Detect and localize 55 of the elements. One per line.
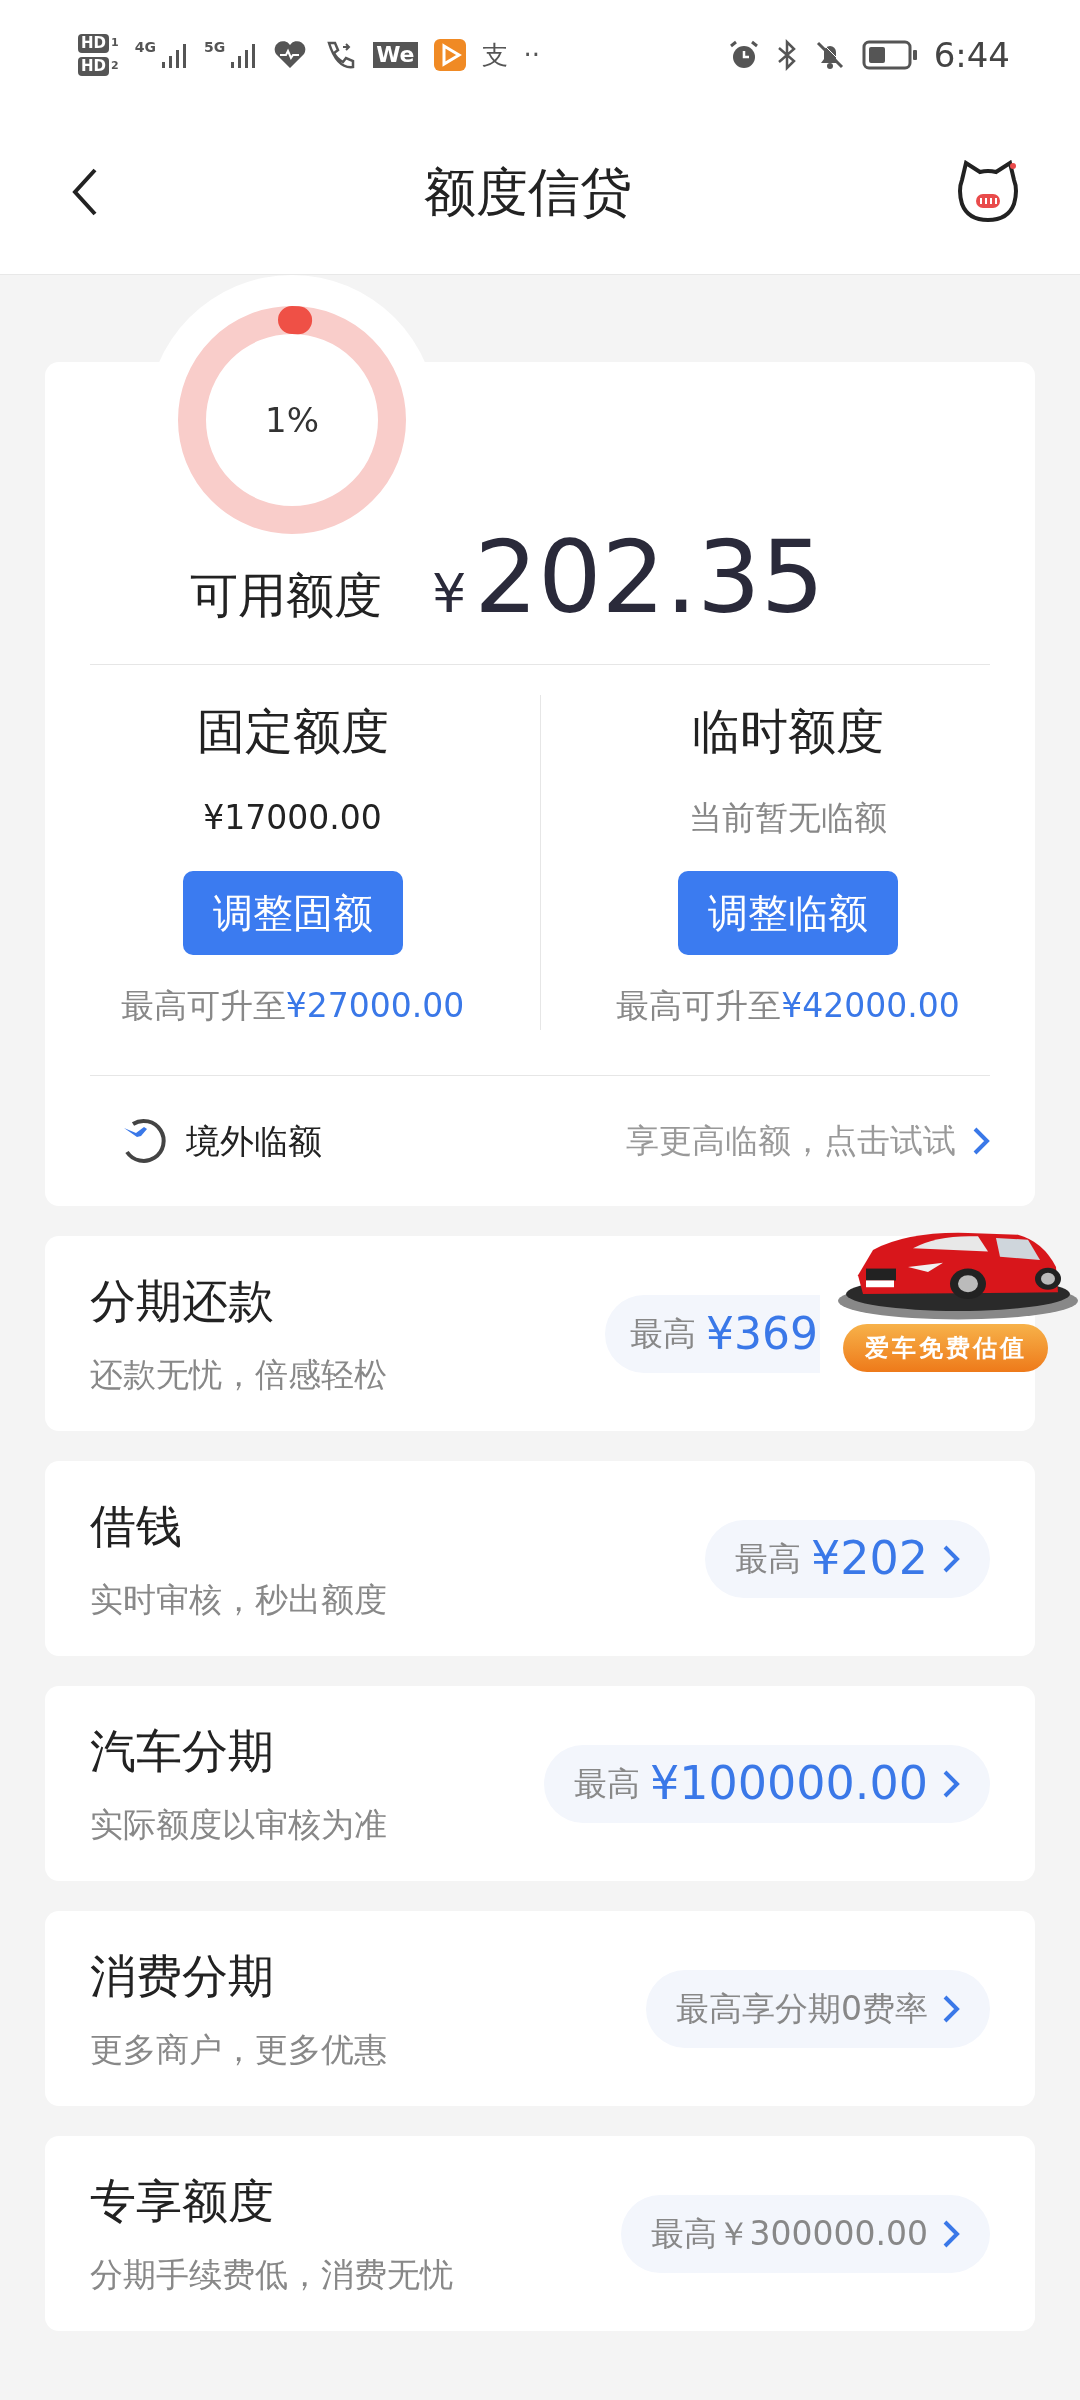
adjust-button[interactable]: 调整临额 [678,870,898,955]
network-type: 5G [203,40,226,54]
product-subtitle: 还款无忧，倍感轻松 [90,1354,387,1397]
limit-chip[interactable]: 最高￥300000.00 [620,2194,990,2273]
available-amount: 202.35 [474,525,825,630]
product-subtitle: 更多商户，更多优惠 [90,2029,387,2072]
product-title: 汽车分期 [90,1723,275,1781]
limit-chip[interactable]: 最高享分期0费率 [646,1969,990,2048]
heart-icon [273,40,308,70]
quota-value: ¥17000.00 [203,797,382,839]
valuation-button[interactable]: 爱车免费估值 [843,1324,1048,1372]
product-card[interactable]: 消费分期 更多商户，更多优惠 最高享分期0费率 [45,1911,1035,2106]
chevron-right-icon [942,2218,960,2249]
adjust-button[interactable]: 调整固额 [182,870,403,955]
limit-text: 最高可升至¥27000.00 [120,984,465,1027]
hd-badge: HD [78,34,109,53]
limit-text: 最高可升至¥42000.00 [616,984,960,1027]
quota-title: 临时额度 [692,702,884,761]
product-card[interactable]: 专享额度 分期手续费低，消费无忧 最高￥300000.00 [45,2136,1035,2331]
product-title: 借钱 [90,1498,183,1556]
product-card[interactable]: 借钱 实时审核，秒出额度 最高 ¥202 [45,1461,1035,1656]
more-notifications: ·· [523,38,541,72]
cat-mascot-icon[interactable] [956,160,1020,224]
limit-chip[interactable]: 最高 ¥202 [704,1519,990,1598]
app-badge: We [373,42,418,68]
quota-title: 固定额度 [196,702,389,761]
product-card[interactable]: 汽车分期 实际额度以审核为准 最高 ¥100000.00 [45,1686,1035,1881]
page-title: 额度信贷 [424,161,632,224]
hd-badge: HD [78,57,109,76]
product-title: 分期还款 [90,1273,275,1331]
chevron-right-icon [942,1993,960,2024]
chevron-right-icon [942,1768,960,1799]
product-title: 专享额度 [90,2173,275,2231]
chevron-right-icon [942,1543,960,1574]
network-type: 4G [134,40,156,54]
product-subtitle: 实际额度以审核为准 [90,1804,387,1847]
alarm-icon [727,39,760,71]
chevron-right-icon[interactable] [972,1126,990,1156]
limit-chip[interactable]: 最高 ¥369 [605,1294,820,1373]
status-time: 6:44 [933,33,1010,77]
sim-slot-number: 2 [111,58,119,75]
sim-slot-number: 1 [111,35,119,52]
overseas-hint[interactable]: 享更高临额，点击试试 [626,1116,956,1166]
product-title: 消费分期 [90,1948,275,2006]
quota-value: 当前暂无临额 [689,797,887,839]
available-label: 可用额度 [190,566,382,625]
product-subtitle: 分期手续费低，消费无忧 [90,2254,453,2297]
play-app-icon [433,39,466,71]
battery-icon [861,40,918,70]
limit-chip[interactable]: 最高 ¥100000.00 [543,1744,990,1823]
product-subtitle: 实时审核，秒出额度 [90,1579,387,1622]
overseas-label: 境外临额 [186,1119,322,1163]
currency-sign: ¥ [432,561,467,627]
alipay-glyph: 支 [481,38,508,72]
progress-percent: 1% [265,398,319,442]
